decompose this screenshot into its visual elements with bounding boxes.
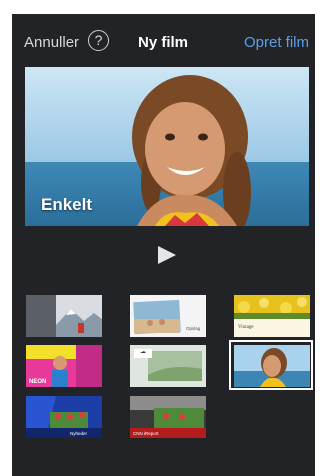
preview-theme-label: Enkelt [41, 195, 93, 214]
create-movie-button[interactable]: Opret film [244, 35, 309, 50]
svg-text:NEON: NEON [29, 379, 46, 385]
svg-text:Opslag: Opslag [186, 326, 201, 331]
new-movie-screen: Annuller ? Ny film Opret film Enkelt Ops… [12, 14, 315, 476]
selected-theme-outline [229, 340, 313, 390]
question-circle-icon[interactable]: ? [88, 30, 109, 51]
theme-thumb-neon[interactable]: NEON [26, 345, 102, 387]
theme-thumb-moderne[interactable] [26, 295, 102, 337]
theme-thumb-opslagstavle[interactable]: Opslag [130, 295, 206, 337]
cancel-button[interactable]: Annuller [24, 35, 79, 50]
theme-thumb-cnn-ireport[interactable]: CNN iReport [130, 396, 206, 438]
theme-thumb-rejse[interactable] [130, 345, 206, 387]
theme-thumb-nyheder[interactable]: Nyheder [26, 396, 102, 438]
play-icon[interactable] [158, 246, 176, 264]
page-title: Ny film [138, 34, 189, 51]
theme-preview[interactable]: Enkelt [25, 67, 309, 226]
svg-text:CNN iReport: CNN iReport [133, 431, 159, 436]
svg-text:Nyheder: Nyheder [70, 431, 88, 436]
navigation-bar: Annuller ? Ny film Opret film [12, 14, 315, 58]
svg-text:Vintage: Vintage [238, 325, 254, 330]
theme-thumb-vintage[interactable]: Vintage [234, 295, 310, 337]
